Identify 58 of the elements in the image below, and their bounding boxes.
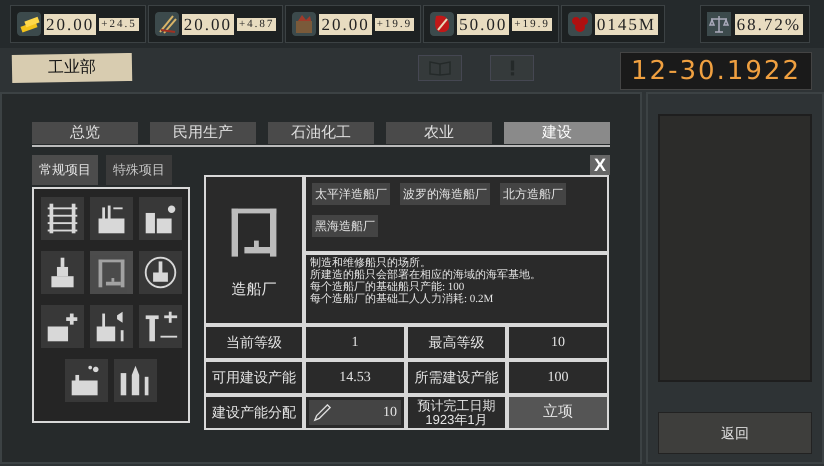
ministry-label: 工业部: [12, 52, 132, 84]
project-tile[interactable]: [40, 197, 84, 240]
description-line: 每个造船厂的基础工人人力消耗: 0.2M: [310, 293, 494, 305]
category-tab[interactable]: 农业: [386, 122, 492, 144]
description-line: 制造和维修船只的场所。: [310, 257, 431, 269]
subcategory-tab[interactable]: 特殊项目: [106, 155, 172, 185]
counter-value: 20.00: [44, 14, 96, 34]
max-level-label: 最高等级: [406, 325, 507, 360]
counter-value: 50.00: [457, 14, 510, 34]
project-tile[interactable]: [138, 251, 182, 294]
required-capacity-label: 所需建设产能: [406, 360, 507, 395]
location-button[interactable]: 太平洋造船厂: [312, 183, 390, 205]
project-tile[interactable]: [40, 305, 84, 348]
category-tab[interactable]: 建设: [504, 122, 610, 144]
project-tile[interactable]: [114, 359, 157, 402]
back-button[interactable]: 返回: [658, 412, 812, 454]
location-button[interactable]: 黑海造船厂: [312, 215, 378, 237]
available-capacity-label: 可用建设产能: [204, 360, 304, 395]
counter-value: 20.00: [319, 14, 372, 34]
subcategory-tab[interactable]: 常规项目: [32, 155, 98, 185]
counter-value: 0145M: [594, 14, 658, 34]
location-button[interactable]: 波罗的海造船厂: [400, 183, 490, 205]
building-name: 造船厂: [232, 280, 276, 300]
counter-delta: +4.87: [236, 18, 276, 30]
eta-label: 预计完工日期: [418, 398, 496, 412]
crate-icon: [292, 12, 316, 36]
category-tab[interactable]: 总览: [32, 122, 138, 144]
category-tab[interactable]: 石油化工: [268, 122, 374, 144]
project-tile[interactable]: [40, 251, 84, 294]
required-capacity-value: 100: [507, 360, 609, 395]
project-tile[interactable]: [90, 197, 132, 240]
counter-delta: +24.5: [99, 18, 139, 30]
scales-icon: [706, 12, 731, 36]
ingot-icon: [17, 12, 41, 36]
project-tile[interactable]: [138, 305, 182, 348]
close-button[interactable]: X: [590, 155, 610, 175]
counter-delta: +19.9: [512, 18, 552, 30]
allocation-label: 建设产能分配: [204, 395, 304, 430]
current-level-value: 1: [304, 325, 406, 360]
crowd-icon: [568, 12, 592, 36]
counter-delta: +19.9: [374, 18, 414, 30]
description-line: 每个造船厂的基础船只产能: 100: [310, 281, 466, 293]
project-tile[interactable]: [90, 305, 132, 348]
start-project-button[interactable]: 立项: [507, 395, 609, 430]
allocation-field[interactable]: 10: [309, 400, 401, 425]
available-capacity-value: 14.53: [304, 360, 406, 395]
location-button[interactable]: 北方造船厂: [500, 183, 566, 205]
current-level-label: 当前等级: [204, 325, 304, 360]
counter-value: 68.72%: [734, 14, 803, 34]
category-tab[interactable]: 民用生产: [150, 122, 256, 144]
date-display: 12-30.1922: [620, 52, 812, 90]
counter-value: 20.00: [182, 14, 234, 34]
project-tile[interactable]: [138, 197, 182, 240]
project-tile[interactable]: [65, 359, 108, 402]
description-line: 所建造的船只会部署在相应的海域的海军基地。: [310, 269, 542, 281]
max-level-value: 10: [507, 325, 609, 360]
eta-value: 1923年1月: [425, 412, 488, 426]
project-tile[interactable]: [90, 251, 132, 294]
